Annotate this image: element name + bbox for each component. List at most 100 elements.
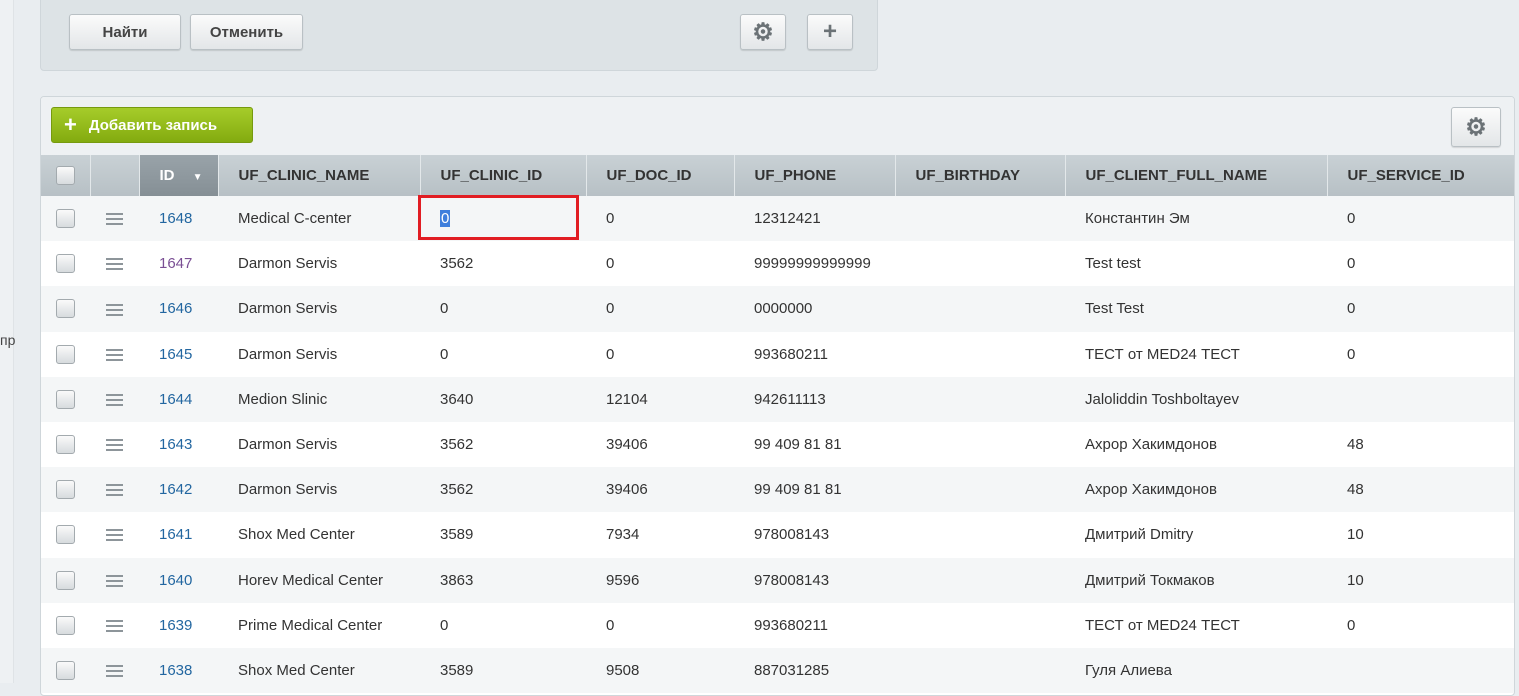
cancel-button[interactable]: Отменить (190, 14, 303, 50)
row-checkbox[interactable] (56, 615, 75, 635)
row-select-cell (41, 467, 90, 513)
row-checkbox[interactable] (56, 344, 75, 364)
select-all-checkbox[interactable] (55, 166, 75, 185)
column-header-doc-id[interactable]: UF_DOC_ID (586, 155, 735, 196)
cell-id[interactable]: 1642 (139, 467, 218, 513)
table-row[interactable]: 1643 Darmon Servis 3562 39406 99 409 81 81 Ах… (41, 421, 1514, 468)
table-row[interactable]: 1639 Prime Medical Center 0 0 993680211 ТЕСТ … (41, 602, 1514, 648)
cell-birthday (895, 467, 1065, 513)
table-row[interactable]: 1642 Darmon Servis 3562 39406 99 409 81 81 Ах… (41, 467, 1514, 513)
hamburger-menu-icon[interactable] (106, 258, 123, 271)
cell-birthday (895, 241, 1065, 287)
cell-id[interactable]: 1644 (139, 376, 218, 422)
hamburger-menu-icon[interactable] (106, 665, 123, 677)
cell-birthday (895, 557, 1065, 603)
column-header-id[interactable]: ID ▼ (139, 155, 219, 196)
cell-clinic-name: Medion Slinic (218, 376, 420, 422)
cell-birthday (895, 376, 1065, 422)
hamburger-menu-icon[interactable] (106, 619, 123, 632)
row-checkbox[interactable] (56, 525, 75, 545)
cell-service-id: 48 (1327, 421, 1514, 468)
cell-doc-id: 0 (586, 602, 734, 648)
cell-clinic-name: Prime Medical Center (218, 602, 420, 648)
row-checkbox[interactable] (56, 570, 75, 590)
row-checkbox[interactable] (56, 209, 75, 229)
cell-clinic-id: 0 (420, 286, 586, 332)
row-select-cell (41, 647, 90, 694)
add-filter-button[interactable]: + (807, 14, 853, 50)
cell-id[interactable]: 1645 (139, 331, 218, 377)
cell-clinic-id: 3562 (420, 467, 586, 513)
table-row[interactable]: 1644 Medion Slinic 3640 12104 942611113 Jalol… (41, 376, 1514, 422)
row-checkbox[interactable] (56, 254, 75, 274)
hamburger-menu-icon[interactable] (106, 484, 123, 497)
cell-clinic-name: Shox Med Center (218, 647, 420, 694)
column-header-birthday[interactable]: UF_BIRTHDAY (895, 155, 1066, 196)
find-button[interactable]: Найти (69, 14, 181, 50)
cell-service-id: 0 (1327, 602, 1514, 648)
table-row[interactable]: 1648 Medical C-center 0 0 12312421 Константин… (41, 196, 1514, 242)
cell-phone: 993680211 (734, 602, 895, 648)
row-actions-cell (90, 331, 139, 377)
cell-doc-id: 7934 (586, 512, 734, 558)
cell-id[interactable]: 1640 (139, 557, 218, 603)
row-checkbox[interactable] (56, 299, 75, 319)
cell-id[interactable]: 1638 (139, 647, 218, 694)
add-record-label: Добавить запись (88, 116, 218, 134)
cell-id[interactable]: 1641 (139, 512, 218, 558)
table-header-row: ID ▼ UF_CLINIC_NAME UF_CLINIC_ID UF_DOC_… (41, 155, 1514, 196)
hamburger-menu-icon[interactable] (106, 213, 123, 226)
column-header-client-full-name[interactable]: UF_CLIENT_FULL_NAME (1065, 155, 1328, 196)
row-checkbox[interactable] (56, 389, 75, 409)
row-select-cell (41, 331, 90, 377)
hamburger-menu-icon[interactable] (106, 303, 123, 316)
hamburger-menu-icon[interactable] (106, 393, 123, 406)
cell-id[interactable]: 1639 (139, 602, 218, 648)
table-row[interactable]: 1640 Horev Medical Center 3863 9596 97800814… (41, 557, 1514, 603)
table-row[interactable]: 1645 Darmon Servis 0 0 993680211 ТЕСТ от MED2… (41, 331, 1514, 377)
row-select-cell (41, 512, 90, 558)
column-header-clinic-id[interactable]: UF_CLINIC_ID (420, 155, 587, 196)
cell-client-full-name: Test Test (1065, 286, 1327, 332)
cell-service-id: 48 (1327, 467, 1514, 513)
column-header-label: ID (159, 167, 175, 184)
cell-clinic-id: 3562 (420, 421, 586, 468)
cell-service-id (1327, 647, 1514, 694)
table-row[interactable]: 1638 Shox Med Center 3589 9508 887031285 Гуля… (41, 647, 1514, 694)
row-actions-cell (90, 421, 139, 468)
cell-clinic-id: 3589 (420, 512, 586, 558)
cell-doc-id: 0 (586, 286, 734, 332)
cell-id[interactable]: 1647 (139, 241, 218, 287)
cell-phone: 978008143 (734, 512, 895, 558)
hamburger-menu-icon[interactable] (106, 529, 123, 542)
cell-clinic-id: 3640 (420, 376, 586, 422)
cell-doc-id: 9596 (586, 557, 734, 603)
row-checkbox[interactable] (56, 435, 75, 455)
grid-toolbar: + Добавить запись ⚙ (41, 97, 1514, 156)
filter-settings-button[interactable]: ⚙ (740, 14, 786, 50)
cell-client-full-name: Test test (1065, 241, 1327, 287)
hamburger-menu-icon[interactable] (106, 439, 123, 452)
hamburger-menu-icon[interactable] (106, 574, 123, 587)
cell-id[interactable]: 1648 (139, 196, 218, 242)
table-row[interactable]: 1641 Shox Med Center 3589 7934 978008143 Дмит… (41, 512, 1514, 558)
column-header-clinic-name[interactable]: UF_CLINIC_NAME (218, 155, 421, 196)
table-row[interactable]: 1647 Darmon Servis 3562 0 99999999999999 Test… (41, 241, 1514, 287)
row-select-cell (41, 602, 90, 648)
cell-id[interactable]: 1643 (139, 421, 218, 468)
hamburger-menu-icon[interactable] (106, 348, 123, 361)
cell-service-id: 0 (1327, 286, 1514, 332)
row-select-cell (41, 286, 90, 332)
add-record-button[interactable]: + Добавить запись (51, 107, 253, 143)
plus-icon: + (64, 112, 77, 137)
row-actions-cell (90, 557, 139, 603)
column-header-service-id[interactable]: UF_SERVICE_ID (1327, 155, 1514, 196)
row-checkbox[interactable] (56, 480, 75, 500)
column-header-phone[interactable]: UF_PHONE (734, 155, 896, 196)
cell-client-full-name: Дмитрий Токмаков (1065, 557, 1327, 603)
grid-settings-button[interactable]: ⚙ (1451, 107, 1501, 147)
table-row[interactable]: 1646 Darmon Servis 0 0 0000000 Test Test 0 (41, 286, 1514, 332)
cell-id[interactable]: 1646 (139, 286, 218, 332)
gear-icon: ⚙ (752, 18, 774, 46)
row-checkbox[interactable] (56, 660, 75, 680)
